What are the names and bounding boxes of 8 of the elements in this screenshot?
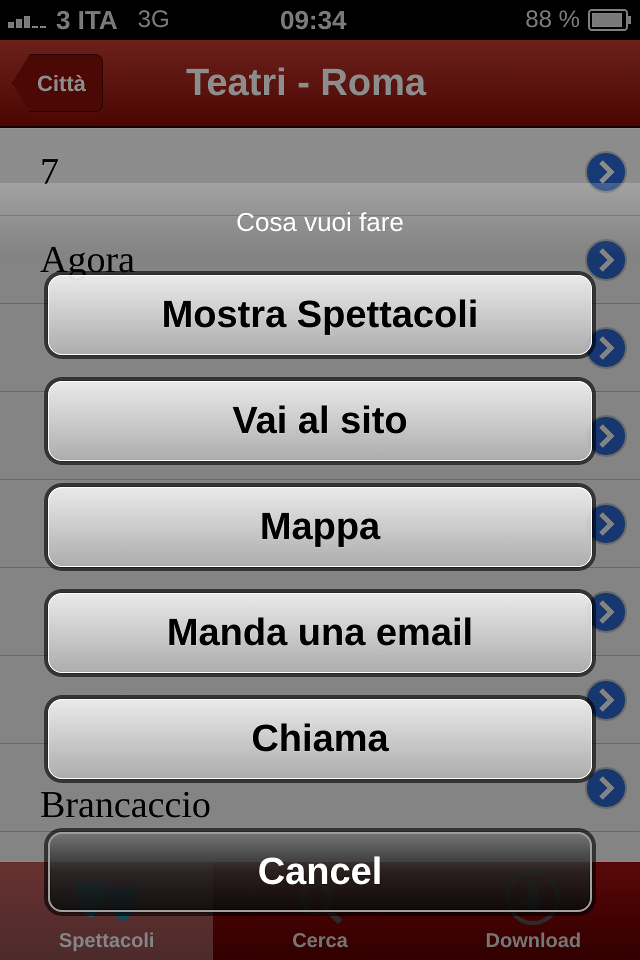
row-title: Brancaccio [40, 786, 211, 824]
battery-label: 88 % [525, 5, 580, 35]
status-time: 09:34 [280, 4, 346, 36]
carrier-label: 3 ITA [56, 4, 118, 36]
network-label: 3G [138, 5, 170, 35]
row-title: 7 [40, 152, 59, 190]
nav-title: Teatri - Roma [186, 60, 426, 106]
action-sheet-title: Cosa vuoi fare [236, 207, 404, 237]
